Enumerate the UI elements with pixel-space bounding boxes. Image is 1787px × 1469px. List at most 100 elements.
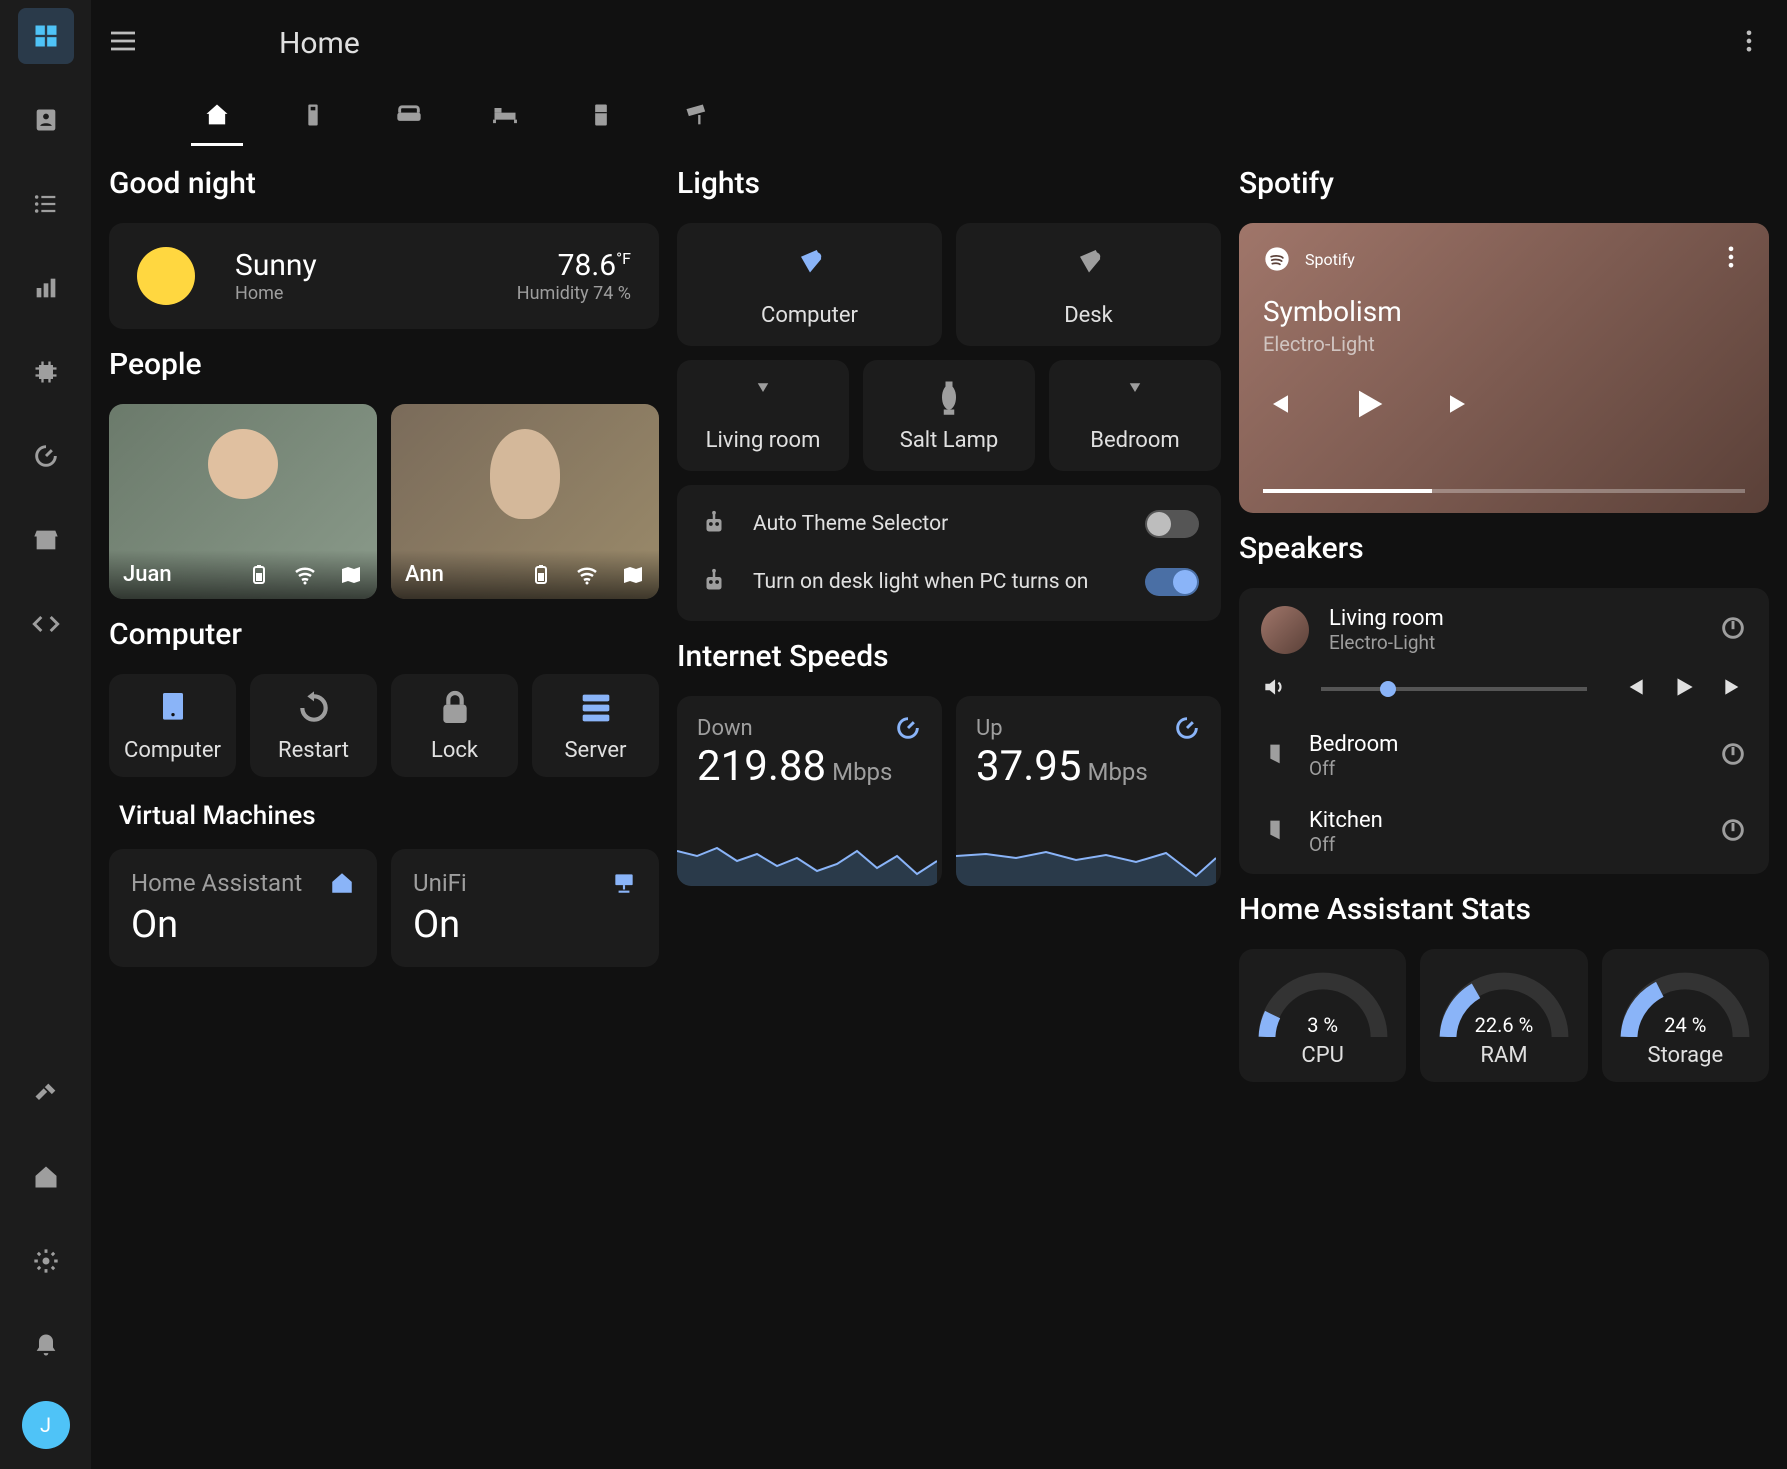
spotify-track: Symbolism [1263,295,1745,328]
light-living-room[interactable]: Living room [677,360,849,471]
sparkline [956,836,1216,886]
light-desk[interactable]: Desk [956,223,1221,346]
sidebar-logbook[interactable] [18,176,74,232]
battery-icon [529,563,553,587]
weather-card[interactable]: Sunny Home 78.6°F Humidity 74 % [109,223,659,329]
tile-lock[interactable]: Lock [391,674,518,777]
sidebar-history[interactable] [18,260,74,316]
section-vms: Virtual Machines [119,801,659,831]
tab-devices[interactable] [287,86,339,146]
speaker-sub: Off [1309,757,1699,780]
server-icon [576,688,616,728]
page-title: Home [279,26,360,61]
sidebar-energy[interactable] [18,428,74,484]
menu-icon [107,25,139,57]
speed-up-card[interactable]: Up 37.95Mbps [956,696,1221,886]
gauge-ram[interactable]: 22.6 % RAM [1420,949,1587,1082]
person-card-ann[interactable]: Ann [391,404,659,599]
gauge-storage[interactable]: 24 % Storage [1602,949,1769,1082]
tile-computer[interactable]: Computer [109,674,236,777]
automation-toggle[interactable] [1145,510,1199,538]
vm-card-home-assistant[interactable]: Home Assistant On [109,849,377,967]
fridge-icon [587,101,615,129]
sidebar-devtools[interactable] [18,1065,74,1121]
spotify-card[interactable]: Spotify Symbolism Electro-Light [1239,223,1769,513]
wifi-icon [293,563,317,587]
tab-living[interactable] [383,86,435,146]
wifi-icon [575,563,599,587]
section-spotify: Spotify [1239,166,1769,201]
power-icon [1719,614,1747,642]
list-icon [32,190,60,218]
sidebar-hacs[interactable] [18,512,74,568]
bell-icon [32,1331,60,1359]
person-name: Juan [123,562,172,587]
tab-cameras[interactable] [671,86,723,146]
tab-home[interactable] [191,86,243,146]
vm-name: UniFi [413,869,467,897]
gear-icon [32,1247,60,1275]
tile-server[interactable]: Server [532,674,659,777]
sparkline [677,836,937,886]
dashboard-icon [32,22,60,50]
spotify-play[interactable] [1349,384,1389,428]
tab-kitchen[interactable] [575,86,627,146]
skip-previous-icon [1263,389,1293,419]
speaker-device-icon [1261,740,1289,772]
user-avatar[interactable]: J [22,1401,70,1449]
speaker-device-icon [1261,816,1289,848]
menu-button[interactable] [107,25,139,61]
light-bedroom[interactable]: Bedroom [1049,360,1221,471]
spotify-menu[interactable] [1717,243,1745,275]
light-label: Computer [761,303,858,328]
speaker-power[interactable] [1719,816,1747,848]
speaker-play[interactable] [1671,674,1697,704]
gauge-icon [1173,714,1201,742]
sidebar-dashboard[interactable] [18,8,74,64]
overflow-button[interactable] [1727,19,1771,67]
sidebar-settings[interactable] [18,1233,74,1289]
speaker-volume-icon[interactable] [1261,674,1287,704]
gauge-value: 24 % [1615,1013,1755,1037]
sidebar-supervisor[interactable] [18,1149,74,1205]
tile-restart[interactable]: Restart [250,674,377,777]
spotify-next[interactable] [1445,389,1475,423]
light-computer[interactable]: Computer [677,223,942,346]
sidebar-people[interactable] [18,92,74,148]
speaker-power[interactable] [1719,740,1747,772]
speaker-power[interactable] [1719,614,1747,646]
speed-down-card[interactable]: Down 219.88Mbps [677,696,942,886]
sidebar-notifications[interactable] [18,1317,74,1373]
gauge-cpu[interactable]: 3 % CPU [1239,949,1406,1082]
sidebar-addons[interactable] [18,344,74,400]
vm-state: On [413,903,637,947]
weather-condition: Sunny [235,248,317,283]
spotify-prev[interactable] [1263,389,1293,423]
desktop-icon [153,688,193,728]
section-stats: Home Assistant Stats [1239,892,1769,927]
automation-row: Auto Theme Selector [699,495,1199,553]
tile-label: Computer [124,738,221,763]
spotify-progress[interactable] [1263,489,1745,493]
speaker-art [1261,606,1309,654]
speaker-icon [1261,740,1289,768]
skip-next-icon [1445,389,1475,419]
vm-card-unifi[interactable]: UniFi On [391,849,659,967]
light-salt-lamp[interactable]: Salt Lamp [863,360,1035,471]
volume-icon [1261,674,1287,700]
light-label: Desk [1064,303,1113,328]
tab-bedroom[interactable] [479,86,531,146]
volume-slider[interactable] [1321,687,1587,691]
speaker-name: Bedroom [1309,732,1699,757]
speed-unit: Mbps [1088,758,1148,786]
spotify-brand: Spotify [1305,250,1355,269]
sidebar-editor[interactable] [18,596,74,652]
speaker-prev[interactable] [1621,674,1647,704]
person-card-juan[interactable]: Juan [109,404,377,599]
robot-icon [699,509,729,539]
speed-value: 219.88 [697,742,826,791]
speaker-next[interactable] [1721,674,1747,704]
section-goodnight: Good night [109,166,659,201]
automation-toggle[interactable] [1145,568,1199,596]
play-icon [1349,384,1389,424]
